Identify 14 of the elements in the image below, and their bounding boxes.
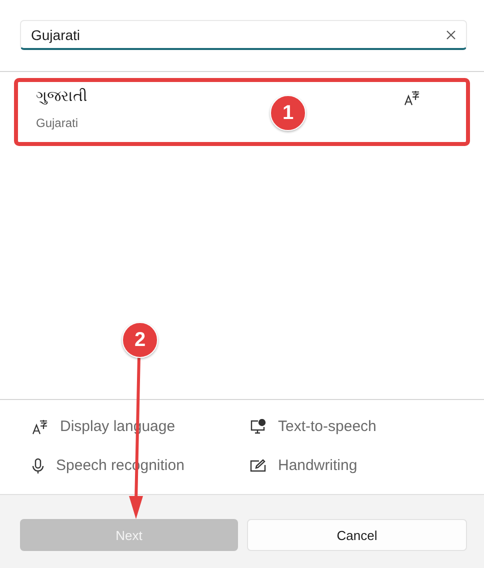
monitor-speech-icon xyxy=(250,418,266,434)
pen-icon xyxy=(250,458,266,472)
feature-label: Text-to-speech xyxy=(278,418,376,435)
close-icon[interactable] xyxy=(446,30,456,40)
native-language-name: ગુજરાતી xyxy=(36,86,87,107)
search-field[interactable]: Gujarati xyxy=(20,20,467,50)
feature-label: Handwriting xyxy=(278,457,358,474)
language-icon xyxy=(32,418,48,434)
step-number-badge: 1 xyxy=(270,95,306,131)
language-icon xyxy=(404,90,420,106)
microphone-icon xyxy=(32,458,44,474)
cancel-button[interactable]: Cancel xyxy=(247,519,467,551)
language-name: Gujarati xyxy=(36,116,78,130)
step-number-badge: 2 xyxy=(122,322,158,358)
